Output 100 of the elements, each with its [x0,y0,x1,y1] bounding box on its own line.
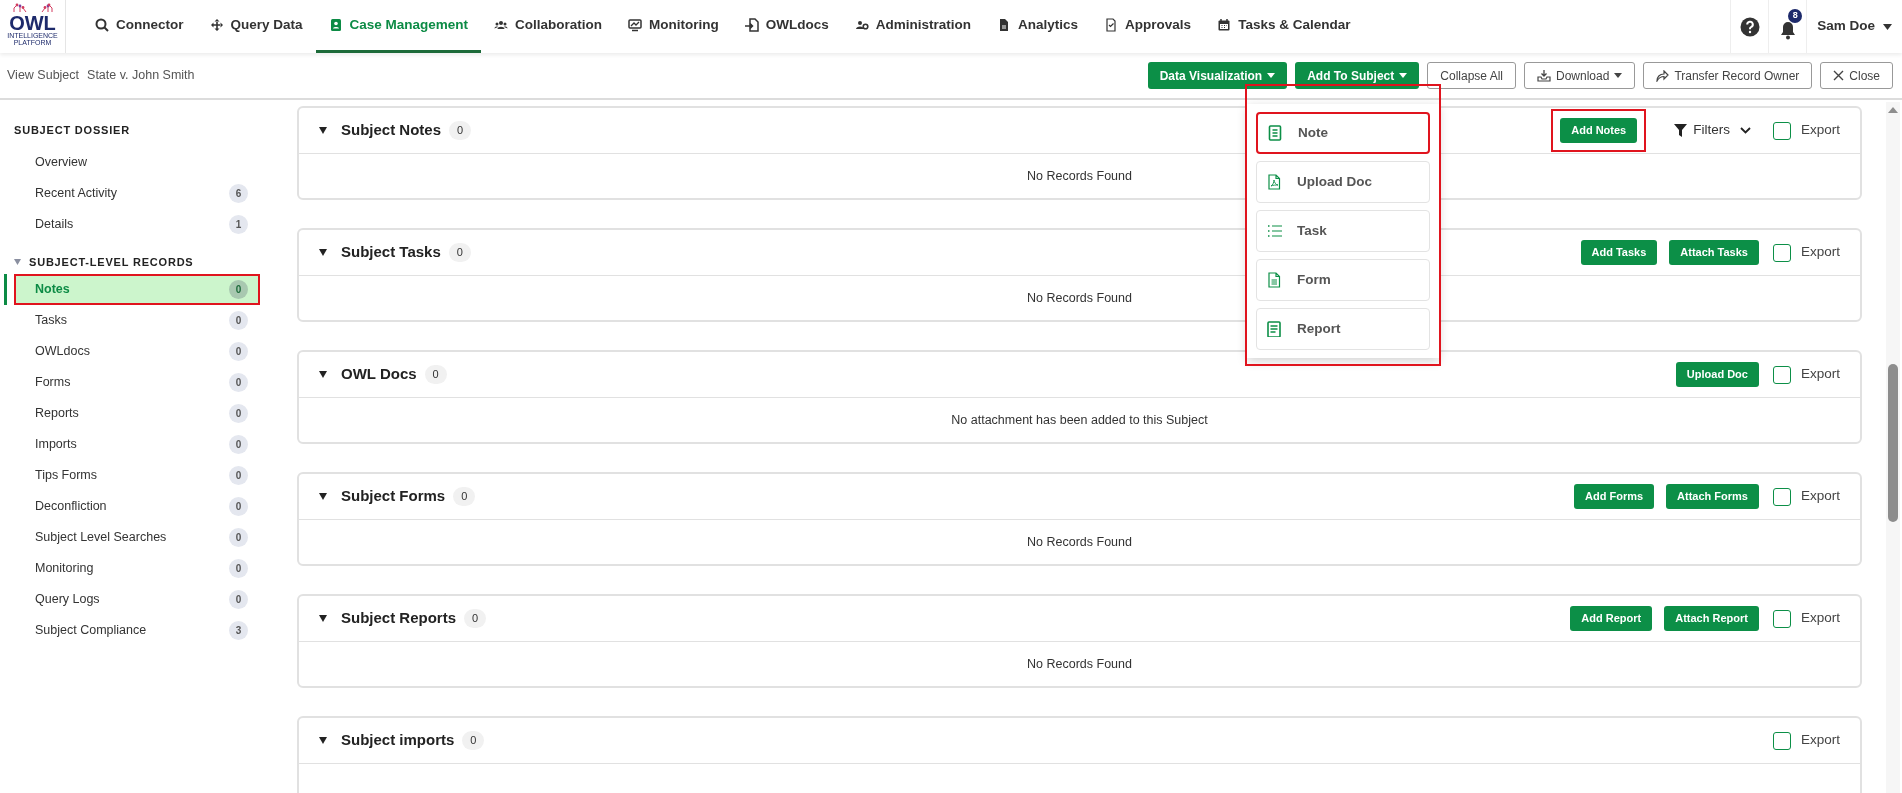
toolbar-button[interactable]: Data Visualization [1147,62,1288,89]
nav-tab[interactable]: Administration [841,0,985,53]
sidebar-heading: SUBJECT DOSSIER [14,123,130,138]
move-arrows-icon [209,18,224,32]
count-badge: 0 [229,404,248,423]
sidebar-item[interactable]: Imports 0 [0,429,260,460]
menu-item[interactable]: Report [1256,308,1430,350]
menu-item[interactable]: Upload Doc [1256,161,1430,203]
nav-tab[interactable]: Monitoring [615,0,732,53]
export-label: Export [1800,731,1840,750]
count-badge: 0 [424,365,447,384]
notification-count-badge: 8 [1788,9,1803,23]
nav-tab[interactable]: Analytics [984,0,1092,53]
sidebar-item[interactable]: Subject Level Searches 0 [0,522,260,553]
monitor-chart-icon [628,18,643,32]
nav-tab[interactable]: Case Management [315,0,482,53]
toolbar-button[interactable]: Transfer Record Owner [1643,62,1813,89]
export-label: Export [1800,609,1840,628]
sidebar-item[interactable]: Query Logs 0 [0,584,260,615]
triangle-down-icon[interactable] [319,249,327,256]
sidebar-item[interactable]: Details 1 [0,208,260,240]
scrollbar[interactable] [1886,102,1900,793]
count-badge: 0 [229,590,248,609]
notification-bell-icon[interactable] [1779,19,1796,40]
export-checkbox[interactable] [1772,731,1791,750]
empty-message: No Records Found [1027,655,1132,673]
caret-icon [1614,73,1623,78]
nav-tab[interactable]: Approvals [1091,0,1205,53]
sidebar-item[interactable]: Forms 0 [0,367,260,398]
help-icon[interactable] [1739,16,1760,37]
close-button[interactable]: Close [1820,62,1893,89]
sidebar-item[interactable]: Recent Activity 6 [0,177,260,209]
sidebar-item[interactable]: Tasks 0 [0,305,260,336]
sidebar-item[interactable]: Subject Compliance 3 [0,615,260,646]
toolbar-button[interactable]: Add To Subject [1295,62,1420,89]
empty-message: No Records Found [1027,289,1132,307]
chevron-down-icon [1739,127,1751,134]
sidebar-item[interactable]: Deconfliction 0 [0,491,260,522]
list-icon [1267,223,1283,239]
action-button[interactable]: Attach Tasks [1669,240,1759,265]
action-button[interactable]: Add Report [1570,606,1653,631]
section-title: Subject Tasks [341,242,441,263]
file-import-icon [744,18,759,32]
user-menu[interactable]: Sam Doe [1806,0,1902,53]
sidebar-item[interactable]: Monitoring 0 [0,553,260,584]
menu-item[interactable]: Task [1256,210,1430,252]
toolbar-button[interactable]: Collapse All [1427,62,1516,89]
sidebar-item[interactable]: Tips Forms 0 [0,460,260,491]
sidebar-item-label: Forms [35,374,71,392]
action-button[interactable]: Attach Report [1664,606,1759,631]
sidebar-item[interactable]: Overview [0,146,260,178]
export-label: Export [1800,243,1840,262]
action-button[interactable]: Add Forms [1574,484,1655,509]
section-title: Subject Notes [341,120,442,141]
export-checkbox[interactable] [1772,487,1791,506]
toolbar-button[interactable]: Download [1524,62,1636,89]
contact-card-icon [328,18,343,32]
nav-tab[interactable]: Query Data [196,0,316,53]
sidebar-heading: SUBJECT-LEVEL RECORDS [29,254,194,270]
triangle-down-icon[interactable] [319,371,327,378]
sidebar-item[interactable]: OWLdocs 0 [0,336,260,367]
scrollbar-thumb[interactable] [1888,364,1898,522]
count-badge: 0 [453,487,476,506]
section-title: Subject Forms [341,486,446,507]
count-badge: 0 [229,342,248,361]
sidebar-item-label: Tasks [35,312,67,330]
export-checkbox[interactable] [1772,121,1791,140]
breadcrumb-label: View Subject [7,67,80,85]
triangle-down-icon[interactable] [319,737,327,744]
filters-dropdown[interactable]: Filters [1674,120,1751,141]
search-icon [95,18,109,32]
sidebar-item-label: OWLdocs [35,343,90,361]
nav-tab[interactable]: Collaboration [481,0,616,53]
action-button[interactable]: Attach Forms [1666,484,1759,509]
action-button[interactable]: Add Tasks [1580,240,1658,265]
caret-icon [1883,23,1892,30]
section-title: OWL Docs [341,364,417,385]
menu-item[interactable]: Form [1256,259,1430,301]
pdf-file-icon [1267,174,1283,190]
approval-document-icon [1104,18,1119,32]
action-button[interactable]: Upload Doc [1675,362,1759,387]
count-badge: 6 [229,183,248,203]
report-page-icon [1267,321,1283,337]
triangle-down-icon[interactable] [319,615,327,622]
count-badge: 0 [449,121,472,140]
sidebar-item-label: Monitoring [35,560,94,578]
action-button[interactable]: Add Notes [1560,118,1638,143]
export-checkbox[interactable] [1772,365,1791,384]
menu-item[interactable]: Note [1256,112,1430,154]
count-badge: 0 [229,373,248,392]
export-checkbox[interactable] [1772,243,1791,262]
triangle-down-icon[interactable] [319,127,327,134]
triangle-down-icon[interactable] [319,493,327,500]
nav-tab[interactable]: OWLdocs [731,0,842,53]
nav-tab[interactable]: Tasks & Calendar [1204,0,1364,53]
count-badge: 0 [464,609,487,628]
export-checkbox[interactable] [1772,609,1791,628]
nav-tab[interactable]: Connector [82,0,197,53]
calendar-icon [1217,18,1232,32]
sidebar-item[interactable]: Reports 0 [0,398,260,429]
